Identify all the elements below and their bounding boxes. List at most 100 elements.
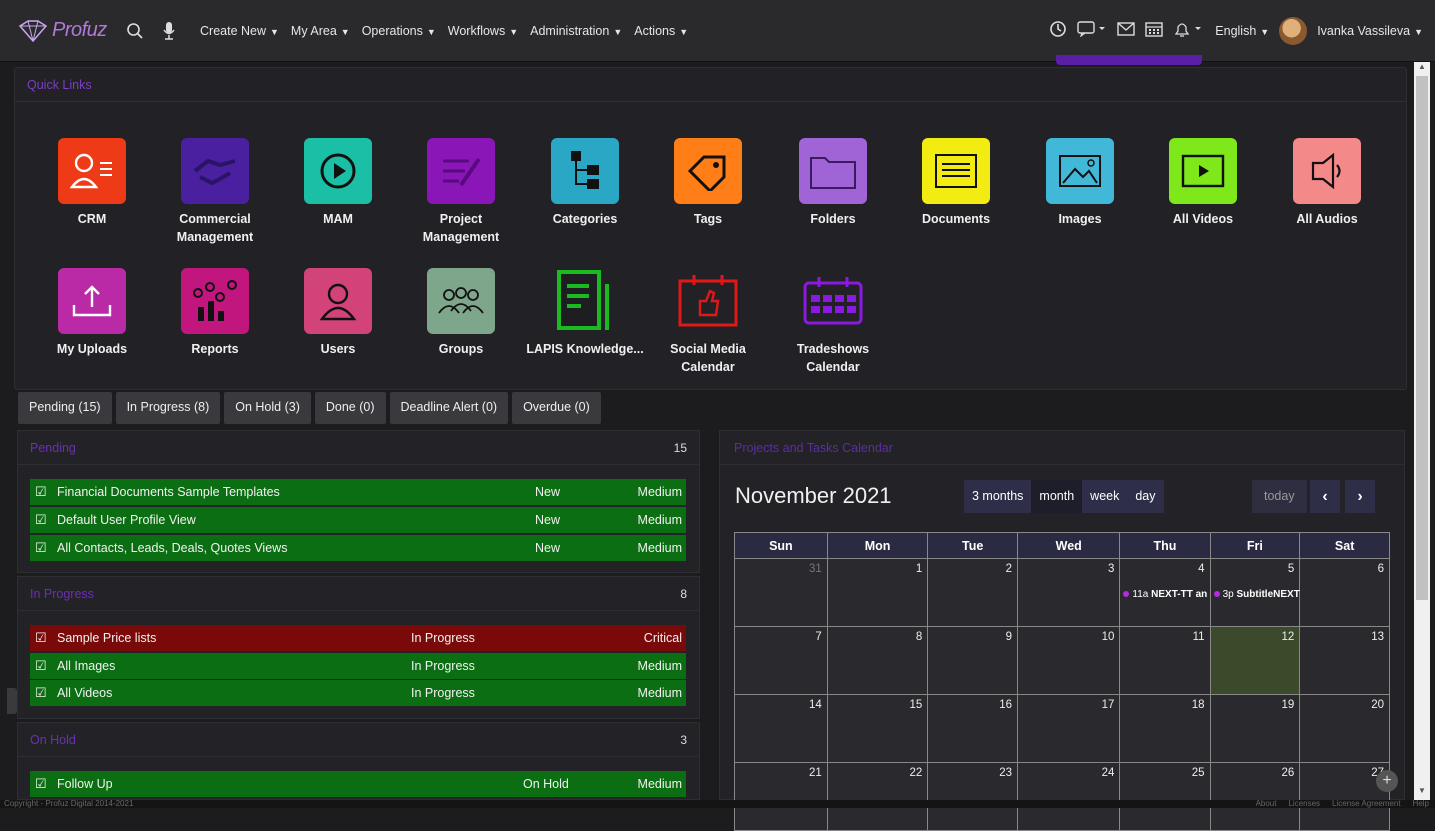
next-month-button[interactable]: › xyxy=(1345,480,1375,513)
view-3-months-button[interactable]: 3 months xyxy=(964,480,1032,513)
calendar-day[interactable]: 31 xyxy=(734,558,828,627)
quick-link-images[interactable]: Images xyxy=(1020,138,1140,228)
footer-link-license-agreement[interactable]: License Agreement xyxy=(1332,800,1401,808)
calendar-day[interactable]: 17 xyxy=(1017,694,1121,763)
calendar-day[interactable]: 27 xyxy=(1299,762,1390,831)
checkbox-icon[interactable]: ☑ xyxy=(35,776,49,792)
bell-icon[interactable] xyxy=(1173,20,1205,42)
quick-link-reports[interactable]: Reports xyxy=(155,268,275,358)
calendar-event[interactable]: 11a NEXT-TT an xyxy=(1123,589,1211,600)
quick-link-crm[interactable]: CRM xyxy=(32,138,152,228)
calendar-day[interactable]: 23 xyxy=(927,762,1019,831)
quick-link-groups[interactable]: Groups xyxy=(401,268,521,358)
search-icon[interactable] xyxy=(124,20,146,42)
quick-link-users[interactable]: Users xyxy=(278,268,398,358)
quick-link-my-uploads[interactable]: My Uploads xyxy=(32,268,152,358)
tab-done[interactable]: Done (0) xyxy=(314,392,386,424)
checkbox-icon[interactable]: ☑ xyxy=(35,540,49,556)
calendar-day[interactable]: 20 xyxy=(1299,694,1390,763)
quick-link-documents[interactable]: Documents xyxy=(896,138,1016,228)
calendar-day[interactable]: 6 xyxy=(1299,558,1390,627)
calendar-event[interactable]: 3p SubtitleNEXT xyxy=(1213,589,1302,600)
today-button[interactable]: today xyxy=(1252,480,1307,513)
quick-link-tags[interactable]: Tags xyxy=(648,138,768,228)
quick-link-project-management[interactable]: Project Management xyxy=(401,138,521,246)
quick-link-all-videos[interactable]: All Videos xyxy=(1143,138,1263,228)
page-scrollbar[interactable]: ▲ ▼ xyxy=(1414,62,1430,800)
footer-link-help[interactable]: Help xyxy=(1413,800,1429,808)
quick-link-folders[interactable]: Folders xyxy=(773,138,893,228)
calendar-day[interactable]: 8 xyxy=(826,626,929,695)
tab-on-hold[interactable]: On Hold (3) xyxy=(224,392,311,424)
mail-icon[interactable] xyxy=(1117,21,1135,40)
calendar-day[interactable]: 16 xyxy=(927,694,1019,763)
calendar-day-today[interactable]: 12 xyxy=(1209,626,1301,695)
calendar-day[interactable]: 9 xyxy=(927,626,1019,695)
task-row[interactable]: ☑ Default User Profile View New Medium xyxy=(30,507,686,533)
checkbox-icon[interactable]: ☑ xyxy=(35,512,49,528)
menu-workflows[interactable]: Workflows ▼ xyxy=(448,24,518,38)
task-row[interactable]: ☑ All Videos In Progress Medium xyxy=(30,680,686,706)
task-row[interactable]: ☑ All Images In Progress Medium xyxy=(30,653,686,679)
calendar-day[interactable]: 21 xyxy=(734,762,828,831)
calendar-day[interactable]: 3 xyxy=(1017,558,1121,627)
calendar-day[interactable]: 11 xyxy=(1119,626,1211,695)
tab-overdue[interactable]: Overdue (0) xyxy=(512,392,601,424)
view-week-button[interactable]: week xyxy=(1082,480,1128,513)
profuz-logo[interactable]: Profuz xyxy=(18,13,118,49)
checkbox-icon[interactable]: ☑ xyxy=(35,630,49,646)
quick-link-mam[interactable]: MAM xyxy=(278,138,398,228)
menu-administration[interactable]: Administration ▼ xyxy=(530,24,622,38)
calendar-day[interactable]: 4 11a NEXT-TT an xyxy=(1119,558,1211,627)
add-icon[interactable]: + xyxy=(1376,770,1398,792)
calendar-day[interactable]: 25 xyxy=(1119,762,1211,831)
language-selector[interactable]: English ▼ xyxy=(1215,24,1269,38)
scrollbar-thumb[interactable] xyxy=(1416,76,1428,600)
view-day-button[interactable]: day xyxy=(1127,480,1164,513)
quick-link-categories[interactable]: Categories xyxy=(525,138,645,228)
tab-deadline-alert[interactable]: Deadline Alert (0) xyxy=(389,392,509,424)
quick-link-social-media-calendar[interactable]: Social Media Calendar xyxy=(648,268,768,376)
task-row[interactable]: ☑ Sample Price lists In Progress Critica… xyxy=(30,625,686,651)
footer-link-about[interactable]: About xyxy=(1256,800,1277,808)
calendar-day[interactable]: 24 xyxy=(1017,762,1121,831)
menu-create-new[interactable]: Create New ▼ xyxy=(200,24,279,38)
checkbox-icon[interactable]: ☑ xyxy=(35,484,49,500)
menu-operations[interactable]: Operations ▼ xyxy=(362,24,436,38)
scroll-down-icon[interactable]: ▼ xyxy=(1414,786,1430,800)
task-row[interactable]: ☑ All Contacts, Leads, Deals, Quotes Vie… xyxy=(30,535,686,561)
task-row[interactable]: ☑ Follow Up On Hold Medium xyxy=(30,771,686,797)
calendar-day[interactable]: 22 xyxy=(826,762,929,831)
scroll-up-icon[interactable]: ▲ xyxy=(1414,62,1430,76)
calendar-day[interactable]: 13 xyxy=(1299,626,1390,695)
chat-icon[interactable] xyxy=(1077,20,1107,41)
quick-link-tradeshows-calendar[interactable]: Tradeshows Calendar xyxy=(773,268,893,376)
avatar[interactable] xyxy=(1279,16,1308,45)
prev-month-button[interactable]: ‹ xyxy=(1310,480,1340,513)
task-row[interactable]: ☑ Financial Documents Sample Templates N… xyxy=(30,479,686,505)
user-menu[interactable]: Ivanka Vassileva ▼ xyxy=(1317,24,1423,38)
tab-in-progress[interactable]: In Progress (8) xyxy=(115,392,221,424)
calendar-day[interactable]: 5 3p SubtitleNEXT xyxy=(1209,558,1302,627)
calendar-day[interactable]: 2 xyxy=(927,558,1019,627)
calendar-icon[interactable] xyxy=(1145,21,1163,41)
calendar-day[interactable]: 15 xyxy=(826,694,929,763)
quick-link-lapis-knowledge[interactable]: LAPIS Knowledge... xyxy=(525,268,645,358)
quick-link-all-audios[interactable]: All Audios xyxy=(1267,138,1387,228)
calendar-day[interactable]: 18 xyxy=(1119,694,1211,763)
calendar-day[interactable]: 19 xyxy=(1209,694,1301,763)
menu-actions[interactable]: Actions ▼ xyxy=(634,24,688,38)
tab-pending[interactable]: Pending (15) xyxy=(18,392,112,424)
checkbox-icon[interactable]: ☑ xyxy=(35,685,49,701)
footer-link-licenses[interactable]: Licenses xyxy=(1288,800,1320,808)
calendar-day[interactable]: 14 xyxy=(734,694,828,763)
menu-my-area[interactable]: My Area ▼ xyxy=(291,24,350,38)
calendar-day[interactable]: 7 xyxy=(734,626,828,695)
calendar-day[interactable]: 1 xyxy=(826,558,929,627)
calendar-day[interactable]: 10 xyxy=(1017,626,1121,695)
calendar-day[interactable]: 26 xyxy=(1209,762,1301,831)
microphone-icon[interactable] xyxy=(158,20,180,42)
history-icon[interactable] xyxy=(1049,20,1067,42)
quick-link-commercial-management[interactable]: Commercial Management xyxy=(155,138,275,246)
view-month-button[interactable]: month xyxy=(1031,480,1083,513)
